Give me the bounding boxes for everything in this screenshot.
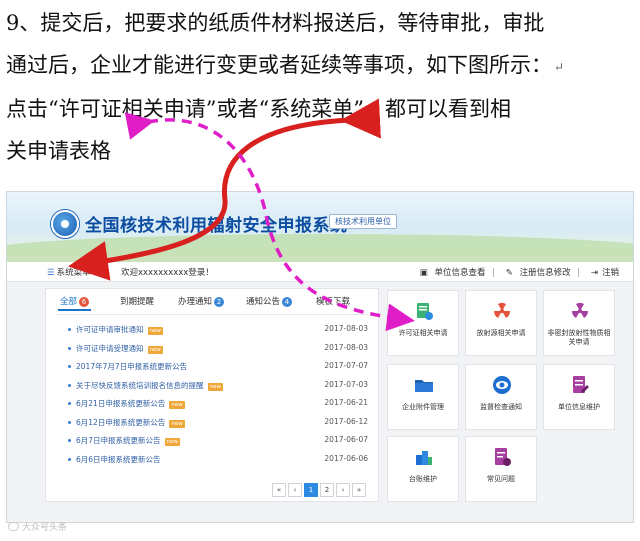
page-2-button[interactable]: 2 [320, 483, 334, 497]
notice-list: 许可证申请审批通知 new 2017-08-03 许可证申请受理通知 new 2017-… [60, 321, 372, 469]
list-item[interactable]: 关于尽快反馈系统培训报名信息的提醒 new 2017-07-03 [60, 377, 372, 396]
tab-divider [56, 314, 368, 315]
logout-link[interactable]: ⇥ 注销 [587, 268, 619, 278]
page-1-button[interactable]: 1 [304, 483, 318, 497]
system-banner: 全国核技术利用辐射安全申报系统 核技术利用单位 [7, 192, 633, 274]
notice-date: 2017-06-07 [324, 435, 368, 444]
tab-count-badge: 2 [214, 297, 225, 307]
menu-list-icon: ☰ [47, 268, 55, 278]
bullet-icon [68, 420, 71, 424]
bullet-icon [68, 457, 71, 461]
tab-count-badge: 6 [79, 297, 90, 307]
tile-label: 台账维护 [409, 475, 437, 483]
last-page-button[interactable]: » [352, 483, 366, 497]
next-page-button[interactable]: › [336, 483, 350, 497]
tab-count-badge: 4 [282, 297, 293, 307]
list-item[interactable]: 2017年7月7日申报系统更新公告 2017-07-07 [60, 358, 372, 377]
tile-label: 放射源相关申请 [476, 329, 526, 337]
bullet-icon [68, 402, 71, 405]
radiation-icon [571, 302, 589, 318]
new-badge: new [207, 382, 223, 391]
document-text: 9、提交后，把要求的纸质件材料报送后，等待审批，审批 通过后，企业才能进行变更或… [6, 2, 634, 172]
tile-label: 监督检查通知 [480, 403, 522, 411]
ledger-icon [416, 451, 432, 465]
tile-label: 单位信息维护 [558, 403, 600, 411]
help-document-icon [495, 448, 511, 466]
tile-label: 常见问题 [487, 475, 515, 483]
welcome-text: 欢迎xxxxxxxxxx登录！ [121, 268, 214, 278]
bullet-icon [68, 346, 71, 350]
bullet-icon [68, 365, 71, 368]
pagination: «‹ 1 2 ›» [270, 477, 366, 497]
notice-date: 2017-06-06 [324, 453, 368, 463]
watermark: 大众号头条 [8, 520, 67, 533]
logout-icon: ⇥ [590, 268, 598, 278]
bullet-icon [68, 383, 71, 387]
bullet-icon [68, 328, 71, 331]
tile-faq[interactable]: 常见问题 [465, 436, 537, 502]
new-badge: new [147, 345, 163, 354]
tab-template-download[interactable]: 模板下载 [314, 295, 352, 307]
tab-all[interactable]: 全部 6 [58, 295, 92, 311]
tile-label: 许可证相关申请 [398, 329, 448, 337]
system-title: 全国核技术利用辐射安全申报系统 [85, 216, 348, 236]
top-toolbar: ☰ 系统菜单 欢迎xxxxxxxxxx登录！ ▣ 单位信息查看 | ✎ 注册信息修… [7, 262, 633, 282]
doc-line-1: 9、提交后，把要求的纸质件材料报送后，等待审批，审批 [6, 11, 545, 35]
tile-inspection-notice[interactable]: 监督检查通知 [465, 364, 537, 430]
unit-info-link[interactable]: ▣ 单位信息查看 [416, 268, 486, 278]
new-badge: new [164, 438, 180, 446]
folder-icon [415, 380, 433, 392]
ministry-logo-icon [51, 210, 79, 238]
new-badge: new [147, 327, 163, 335]
list-item[interactable]: 6月6日申报系统更新公告 2017-06-06 [60, 451, 372, 470]
list-item[interactable]: 6月12日申报系统更新公告 new 2017-06-12 [60, 414, 372, 433]
tab-announcements[interactable]: 通知公告 4 [244, 295, 294, 307]
doc-line-2: 通过后，企业才能进行变更或者延续等事项，如下图所示： ↵ [6, 53, 565, 77]
tile-unit-info-maintenance[interactable]: 单位信息维护 [543, 364, 615, 430]
link-separator: | [577, 268, 581, 278]
notice-date: 2017-06-12 [324, 416, 368, 426]
paragraph-mark-icon: ↵ [554, 59, 565, 74]
tile-license-application[interactable]: 许可证相关申请 [387, 290, 459, 356]
tile-attachment-management[interactable]: 企业附件管理 [387, 364, 459, 430]
eye-icon [493, 376, 511, 394]
notice-date: 2017-08-03 [324, 342, 368, 352]
account-links: ▣ 单位信息查看 | ✎ 注册信息修改 | ⇥ 注销 [412, 266, 619, 278]
embedded-screenshot: 全国核技术利用辐射安全申报系统 核技术利用单位 ☰ 系统菜单 欢迎xxxxxxxx… [6, 191, 634, 523]
notice-date: 2017-06-21 [324, 398, 368, 407]
bullet-icon [68, 439, 71, 442]
certificate-icon [417, 303, 433, 320]
new-badge: new [169, 401, 185, 409]
notice-panel: 全部 6 到期提醒 办理通知 2 通知公告 4 模板下载 许可证申请审批通知 new 20… [45, 288, 379, 502]
first-page-button[interactable]: « [272, 483, 286, 497]
list-item[interactable]: 6月7日申报系统更新公告 new 2017-06-07 [60, 432, 372, 451]
unit-type-badge: 核技术利用单位 [329, 214, 397, 229]
document-edit-icon [573, 376, 589, 393]
new-badge: new [169, 419, 185, 428]
system-menu-button[interactable]: ☰ 系统菜单 [47, 266, 91, 278]
watermark-logo-icon [8, 522, 19, 531]
system-menu-label: 系统菜单 [56, 268, 91, 278]
doc-line-3: 点击“许可证相关申请”或者“系统菜单”，都可以看到相 [6, 96, 511, 121]
list-item[interactable]: 许可证申请审批通知 new 2017-08-03 [60, 321, 372, 340]
tile-label: 企业附件管理 [402, 403, 444, 411]
pencil-icon: ✎ [505, 268, 513, 278]
notice-date: 2017-08-03 [324, 324, 368, 333]
tab-processing-notice[interactable]: 办理通知 2 [176, 295, 226, 307]
doc-line-4: 关申请表格 [6, 138, 111, 163]
radiation-icon [493, 302, 511, 318]
tile-radioactive-source-application[interactable]: 放射源相关申请 [465, 290, 537, 356]
tile-ledger-maintenance[interactable]: 台账维护 [387, 436, 459, 502]
notice-date: 2017-07-07 [324, 361, 368, 370]
registration-edit-link[interactable]: ✎ 注册信息修改 [502, 268, 571, 278]
prev-page-button[interactable]: ‹ [288, 483, 302, 497]
building-icon: ▣ [419, 268, 428, 278]
link-separator: | [492, 268, 496, 278]
tile-label: 非密封放射性物质相关申请 [547, 329, 611, 346]
list-item[interactable]: 6月21日申报系统更新公告 new 2017-06-21 [60, 395, 372, 414]
notice-date: 2017-07-03 [324, 379, 368, 389]
tile-unsealed-material-application[interactable]: 非密封放射性物质相关申请 [543, 290, 615, 356]
tab-expiry-reminder[interactable]: 到期提醒 [118, 295, 156, 307]
list-item[interactable]: 许可证申请受理通知 new 2017-08-03 [60, 340, 372, 359]
